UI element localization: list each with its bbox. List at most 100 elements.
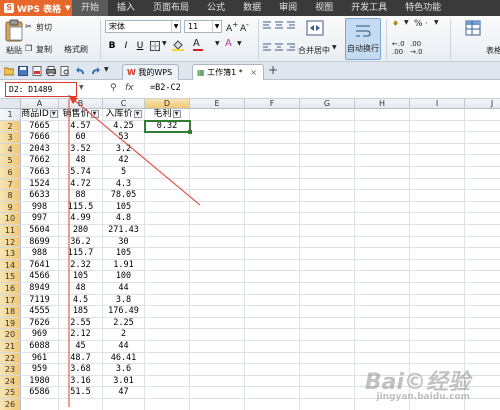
table-cell[interactable] <box>145 178 190 191</box>
chevron-down-icon[interactable]: ▼ <box>104 66 109 73</box>
empty-cell[interactable] <box>190 225 245 237</box>
empty-cell[interactable] <box>190 178 245 191</box>
empty-cell[interactable] <box>410 248 465 260</box>
empty-cell[interactable] <box>300 387 355 399</box>
empty-cell[interactable] <box>410 132 465 144</box>
empty-cell[interactable] <box>245 143 300 156</box>
header-cell[interactable]: 商品ID ▼ <box>21 109 59 121</box>
scissors-icon[interactable]: ✂ <box>25 22 32 31</box>
table-cell[interactable]: 115.5 <box>59 201 103 214</box>
table-cell[interactable] <box>145 190 190 202</box>
empty-cell[interactable] <box>465 213 500 225</box>
empty-cell[interactable] <box>245 248 300 260</box>
chevron-down-icon[interactable]: ▼ <box>237 40 242 47</box>
table-cell[interactable]: 3.16 <box>59 375 103 388</box>
empty-cell[interactable] <box>245 387 300 399</box>
table-cell[interactable] <box>145 143 190 156</box>
table-cell[interactable] <box>145 294 190 307</box>
table-cell[interactable] <box>145 259 190 272</box>
percent-button[interactable]: % <box>414 19 423 29</box>
table-cell[interactable]: 115.7 <box>59 248 103 260</box>
empty-cell[interactable] <box>355 132 410 144</box>
table-cell[interactable]: 2.32 <box>59 259 103 272</box>
empty-cell[interactable] <box>190 341 245 353</box>
table-cell[interactable]: 4566 <box>21 271 59 283</box>
table-cell[interactable]: 48 <box>59 283 103 295</box>
paste-button[interactable] <box>4 19 26 45</box>
empty-cell[interactable] <box>190 271 245 283</box>
table-cell[interactable]: 4.72 <box>59 178 103 191</box>
empty-cell[interactable] <box>465 179 500 191</box>
empty-cell[interactable] <box>245 132 300 144</box>
table-cell[interactable]: 46.41 <box>103 352 145 365</box>
column-header-h[interactable]: H <box>355 99 410 109</box>
empty-cell[interactable] <box>410 201 465 214</box>
table-cell[interactable] <box>145 306 190 318</box>
empty-cell[interactable] <box>300 364 355 376</box>
empty-cell[interactable] <box>190 329 245 341</box>
table-cell[interactable]: 105 <box>59 271 103 283</box>
empty-cell[interactable] <box>190 248 245 260</box>
empty-cell[interactable] <box>190 387 245 399</box>
table-cell[interactable]: 7626 <box>21 317 59 330</box>
empty-cell[interactable] <box>245 109 300 121</box>
table-cell[interactable] <box>145 399 190 410</box>
table-cell[interactable]: 8699 <box>21 236 59 249</box>
empty-cell[interactable] <box>300 399 355 410</box>
table-cell[interactable]: 969 <box>21 329 59 341</box>
table-cell[interactable]: 5 <box>103 167 145 179</box>
table-cell[interactable]: 3.6 <box>103 364 145 376</box>
empty-cell[interactable] <box>465 387 500 399</box>
table-cell[interactable] <box>103 399 145 410</box>
empty-cell[interactable] <box>300 294 355 307</box>
row-header[interactable]: 8 <box>0 190 21 202</box>
row-header[interactable]: 3 <box>0 132 21 144</box>
table-cell[interactable]: 42 <box>103 155 145 167</box>
merge-center-label[interactable]: 合并居中 <box>298 45 330 56</box>
empty-cell[interactable] <box>245 225 300 237</box>
empty-cell[interactable] <box>410 306 465 318</box>
empty-cell[interactable] <box>355 306 410 318</box>
empty-cell[interactable] <box>300 317 355 330</box>
close-icon[interactable]: × <box>250 68 257 77</box>
shrink-font-icon[interactable]: A- <box>240 20 249 34</box>
column-header-c[interactable]: C <box>103 99 145 109</box>
table-cell[interactable]: 105 <box>103 248 145 260</box>
align-top-icon[interactable] <box>262 20 298 32</box>
column-header-f[interactable]: F <box>245 99 300 109</box>
table-cell[interactable]: 44 <box>103 283 145 295</box>
table-cell[interactable]: 7641 <box>21 259 59 272</box>
table-cell[interactable]: 959 <box>21 364 59 376</box>
empty-cell[interactable] <box>190 283 245 295</box>
table-cell[interactable]: 5604 <box>21 225 59 237</box>
table-cell[interactable] <box>145 167 190 179</box>
column-header-i[interactable]: I <box>410 99 465 109</box>
filter-dropdown-icon[interactable]: ▼ <box>133 109 142 118</box>
table-cell[interactable]: 2.25 <box>103 317 145 330</box>
empty-cell[interactable] <box>355 248 410 260</box>
empty-cell[interactable] <box>245 155 300 167</box>
empty-cell[interactable] <box>410 225 465 237</box>
row-header[interactable]: 15 <box>0 271 21 283</box>
table-cell[interactable]: 4.25 <box>103 120 145 133</box>
empty-cell[interactable] <box>355 341 410 353</box>
table-cell[interactable]: 48.7 <box>59 352 103 365</box>
table-cell[interactable]: 36.2 <box>59 236 103 249</box>
empty-cell[interactable] <box>465 364 500 376</box>
empty-cell[interactable] <box>465 237 500 249</box>
empty-cell[interactable] <box>300 341 355 353</box>
empty-cell[interactable] <box>300 306 355 318</box>
row-header[interactable]: 18 <box>0 306 21 318</box>
redo-icon[interactable] <box>90 66 100 76</box>
empty-cell[interactable] <box>410 271 465 283</box>
table-cell[interactable]: 6633 <box>21 190 59 202</box>
cut-label[interactable]: 剪切 <box>36 22 52 33</box>
empty-cell[interactable] <box>300 132 355 144</box>
empty-cell[interactable] <box>465 109 500 121</box>
save-icon[interactable] <box>18 66 28 76</box>
menu-review[interactable]: 审阅 <box>270 0 306 16</box>
table-cell[interactable]: 8949 <box>21 283 59 295</box>
empty-cell[interactable] <box>355 259 410 272</box>
table-cell[interactable]: 3.68 <box>59 364 103 376</box>
empty-cell[interactable] <box>245 329 300 341</box>
